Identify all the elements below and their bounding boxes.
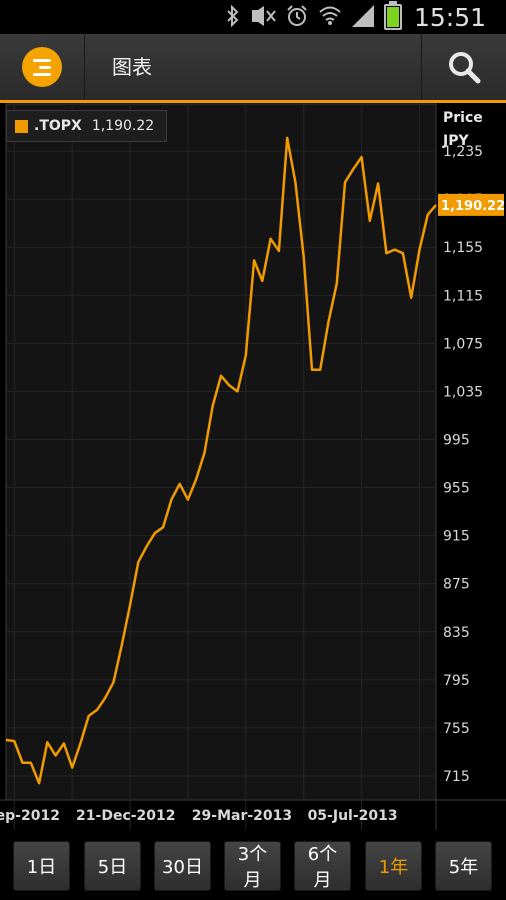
y-tick-label: 835	[443, 625, 470, 641]
chart-svg: PriceJPY7157557958358759159559951,0351,0…	[0, 103, 506, 830]
period-selector: 1日 5日 30日 3个月 6个月 1年 5年	[0, 830, 506, 900]
y-tick-label: 995	[443, 432, 470, 448]
bluetooth-icon	[226, 4, 240, 30]
mute-icon	[250, 5, 276, 29]
menu-button[interactable]	[0, 34, 85, 100]
y-tick-label: 795	[443, 673, 470, 689]
y-tick-label: 1,075	[443, 336, 483, 352]
battery-icon	[383, 1, 402, 30]
x-tick-label: 14-Sep-2012	[0, 808, 60, 824]
price-chart[interactable]: Price JPY 715 755 795 835 875 915 955 995 1,035 1,0…	[0, 103, 506, 830]
app-header: 图表	[0, 34, 506, 103]
x-tick-label: 29-Mar-2013	[192, 808, 292, 824]
y-tick-label: 875	[443, 577, 470, 593]
chart-legend: .TOPX 1,190.22	[6, 110, 168, 142]
y-tick-label: 955	[443, 481, 470, 497]
period-button-5y[interactable]: 5年	[435, 841, 492, 891]
period-button-1y[interactable]: 1年	[365, 841, 422, 891]
menu-icon	[22, 47, 62, 87]
wifi-icon	[318, 5, 342, 30]
search-icon	[449, 52, 481, 84]
y-tick-label: 1,155	[443, 240, 483, 256]
period-button-1d[interactable]: 1日	[13, 841, 70, 891]
y-axis-label-price: Price	[443, 110, 483, 126]
y-tick-label: 1,035	[443, 384, 483, 400]
current-price-label: 1,190.22	[441, 199, 505, 214]
y-tick-label: 715	[443, 769, 470, 785]
y-tick-label: 1,115	[443, 288, 483, 304]
period-button-5d[interactable]: 5日	[84, 841, 141, 891]
period-button-30d[interactable]: 30日	[154, 841, 211, 891]
x-tick-label: 21-Dec-2012	[76, 808, 175, 824]
search-button[interactable]	[421, 34, 506, 100]
y-tick-label: 1,235	[443, 144, 483, 160]
alarm-icon	[286, 4, 308, 30]
legend-value: 1,190.22	[91, 118, 155, 134]
legend-symbol: .TOPX	[34, 118, 82, 134]
legend-swatch	[15, 119, 28, 133]
status-bar: 15:51	[0, 0, 506, 34]
page-title: 图表	[112, 55, 152, 79]
x-tick-label: 05-Jul-2013	[308, 808, 398, 824]
clock: 15:51	[413, 2, 486, 32]
y-tick-label: 755	[443, 721, 470, 737]
signal-icon	[351, 4, 374, 30]
period-button-6m[interactable]: 6个月	[294, 841, 351, 891]
period-button-3m[interactable]: 3个月	[224, 841, 281, 891]
y-tick-label: 915	[443, 529, 470, 545]
